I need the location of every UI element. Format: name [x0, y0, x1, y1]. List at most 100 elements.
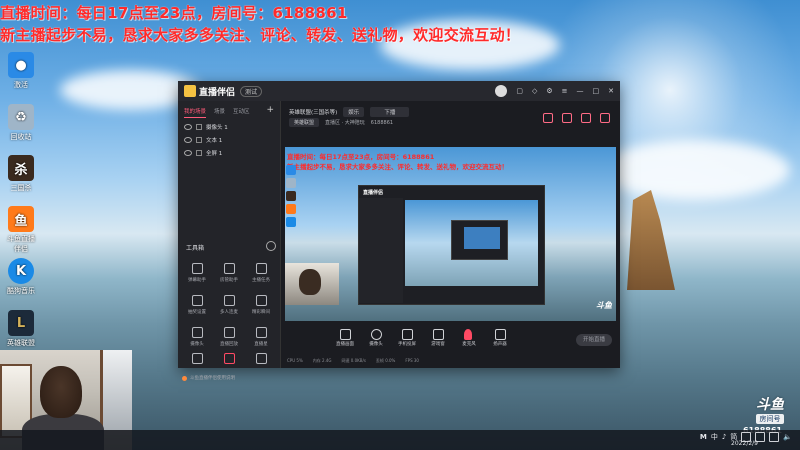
toolbox-settings-icon[interactable]: [266, 241, 276, 251]
room-tag[interactable]: 娱乐: [343, 107, 365, 117]
recursive-preview: 直播伴侣: [358, 185, 545, 305]
source-item[interactable]: 全屏 1: [178, 144, 280, 157]
record-icon[interactable]: [562, 113, 572, 123]
source-item[interactable]: 摄像头 1: [178, 118, 280, 131]
punctuation-icon[interactable]: ♪: [722, 433, 726, 441]
preview-desktop-icons: [285, 162, 297, 230]
control-mic[interactable]: 麦克风: [455, 326, 483, 347]
eye-icon[interactable]: [184, 137, 192, 143]
scene-panel: 我的场景 场景 互动区 + 摄像头 1 文本 1 全屏 1 工具箱 弹幕助手 房…: [178, 101, 281, 381]
person-head: [40, 366, 82, 418]
menu-icon[interactable]: ≡: [562, 87, 568, 95]
control-camera[interactable]: 摄像头: [362, 326, 390, 347]
danmu-icon: [191, 263, 203, 274]
tool-item[interactable]: 弹幕助手: [184, 263, 210, 283]
tool-item[interactable]: 主播任务: [248, 263, 274, 283]
lock-icon[interactable]: [196, 150, 202, 156]
tool-item[interactable]: 直播星: [248, 327, 274, 347]
start-live-button[interactable]: 开始直播: [576, 334, 612, 346]
tool-item[interactable]: 精彩瞬间: [248, 295, 274, 315]
network-icon[interactable]: [769, 432, 780, 442]
source-item[interactable]: 文本 1: [178, 131, 280, 144]
gift-icon: [191, 295, 203, 306]
lock-icon[interactable]: [196, 124, 202, 130]
avatar[interactable]: [495, 85, 508, 97]
tip-label: 斗鱼直播伴侣使用说明: [190, 376, 235, 381]
share-icon[interactable]: [600, 113, 610, 123]
tool-label: 主播任务: [252, 278, 270, 283]
kugou-icon: [286, 217, 296, 227]
tool-label: 弹幕助手: [188, 278, 206, 283]
inner-sidebar: [359, 198, 403, 303]
version-badge[interactable]: 测试: [240, 85, 263, 97]
status-net: 网速 0.0KB/s: [341, 358, 366, 363]
close-icon[interactable]: ✕: [608, 87, 614, 95]
app-icon: ●: [8, 52, 34, 78]
tool-item[interactable]: 多人连麦: [216, 295, 242, 315]
control-phone[interactable]: 手机投屏: [393, 326, 421, 347]
ime-label[interactable]: 中: [711, 432, 718, 442]
toolbox-title: 工具箱: [186, 245, 205, 252]
status-bar: CPU 5% 内存 2.4G 网速 0.0KB/s 丢帧 0.0% FPS 30: [287, 358, 419, 364]
eye-icon[interactable]: [184, 150, 192, 156]
tool-item[interactable]: 抽奖设置: [184, 295, 210, 315]
tool-item[interactable]: [216, 353, 242, 367]
app-logo: 直播伴侣: [184, 85, 235, 98]
app-name: 直播伴侣: [199, 87, 236, 98]
eye-icon[interactable]: [184, 124, 192, 130]
tool-item[interactable]: [184, 353, 210, 367]
volume-icon[interactable]: 🔈: [783, 433, 792, 441]
more-icon: [191, 353, 203, 364]
ime-mode-icon[interactable]: M: [700, 433, 707, 441]
gift-icon[interactable]: [543, 113, 553, 123]
person: [299, 269, 321, 295]
control-game[interactable]: 游戏窗: [424, 326, 452, 347]
tool-item[interactable]: 摄像头: [184, 327, 210, 347]
desktop-icon-douyu[interactable]: 鱼 斗鱼直播伴侣: [4, 206, 38, 254]
desktop-icon-label: 酷狗音乐: [7, 287, 35, 295]
lock-icon[interactable]: [196, 137, 202, 143]
screenshot-icon[interactable]: [581, 113, 591, 123]
preview-text-line-1: 直播时间：每日17点至23点，房间号：6188861: [287, 153, 435, 161]
desktop-icon-label: 斗鱼直播伴侣: [7, 235, 35, 253]
add-scene-icon[interactable]: +: [266, 105, 274, 115]
user-icon: [223, 263, 235, 274]
room-category[interactable]: 英雄联盟: [289, 118, 320, 127]
stream-preview[interactable]: 直播时间：每日17点至23点，房间号：6188861 新主播起步不易，恳求大家多…: [285, 147, 616, 321]
share-icon[interactable]: ◇: [532, 87, 537, 95]
desktop-icon-recycle-bin[interactable]: ♻ 回收站: [4, 104, 38, 142]
room-label: 房间号: [756, 414, 784, 424]
maximize-icon[interactable]: □: [593, 87, 600, 95]
tab-interact[interactable]: 互动区: [233, 107, 250, 118]
titlebar-controls: ▢ ◇ ⚙ ≡ — □ ✕: [495, 85, 614, 97]
usage-tip[interactable]: 斗鱼直播伴侣使用说明: [182, 375, 235, 381]
minimize-icon[interactable]: —: [577, 87, 584, 95]
desktop-icon-sanguosha[interactable]: 杀 三国杀: [4, 155, 38, 193]
app-titlebar: 直播伴侣 测试 ▢ ◇ ⚙ ≡ — □ ✕: [178, 81, 620, 101]
desktop-icon-label: 激活: [14, 81, 28, 89]
monitor-icon: [340, 329, 351, 340]
replay-icon: [223, 327, 235, 338]
tab-my-scene[interactable]: 我的场景: [184, 107, 207, 118]
tool-label: 直播回放: [220, 342, 238, 347]
control-label: 游戏窗: [431, 342, 445, 347]
control-speaker[interactable]: 扬声器: [486, 326, 514, 347]
desktop-icon-activate[interactable]: ● 激活: [4, 52, 38, 90]
clock-date[interactable]: 2022/2/9: [731, 440, 758, 447]
action-icons: [543, 113, 610, 123]
hot-icon: [223, 353, 235, 364]
message-icon[interactable]: ▢: [516, 87, 523, 95]
desktop-icon-lol[interactable]: L 英雄联盟: [4, 310, 38, 348]
room-title[interactable]: 英雄联盟(三国杀等): [289, 108, 337, 116]
room-action-button[interactable]: 下播: [370, 107, 410, 117]
tool-item[interactable]: [248, 353, 274, 367]
speaker-icon: [495, 329, 506, 340]
desktop-icon-kugou[interactable]: K 酷狗音乐: [4, 258, 38, 296]
settings-icon[interactable]: ⚙: [546, 87, 552, 95]
status-drop: 丢帧 0.0%: [375, 358, 396, 363]
main-area: 英雄联盟(三国杀等) 娱乐 下播 英雄联盟 直播区 · 大神陪玩 6188861…: [281, 101, 620, 368]
control-screen[interactable]: 直播画面: [331, 326, 359, 347]
tab-scene[interactable]: 场景: [214, 107, 225, 118]
tool-item[interactable]: 房管助手: [216, 263, 242, 283]
tool-item[interactable]: 直播回放: [216, 327, 242, 347]
